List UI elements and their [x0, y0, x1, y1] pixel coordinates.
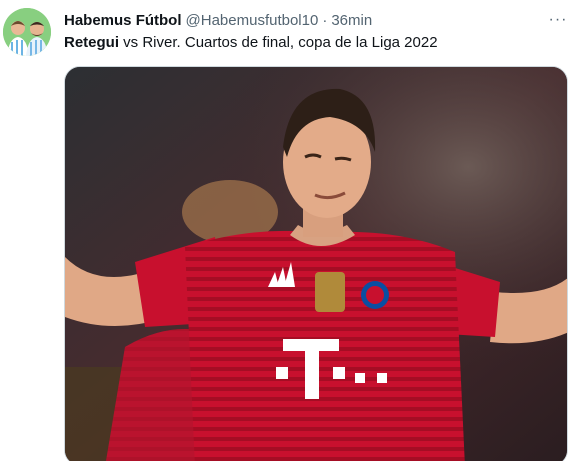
tweet-text-mention: Retegui: [64, 34, 120, 51]
more-label: ···: [548, 11, 568, 28]
avatar-image: [3, 8, 51, 56]
header-separator: ·: [322, 12, 328, 29]
tweet-text-body: vs River. Cuartos de final, copa de la L…: [119, 34, 438, 51]
author-handle[interactable]: @Habemusfutbol10: [186, 11, 319, 31]
tweet[interactable]: Habemus Fútbol @Habemusfutbol10 · 36min …: [0, 0, 573, 461]
tweet-header: Habemus Fútbol @Habemusfutbol10 · 36min: [64, 11, 372, 31]
tweet-text: Retegui vs River. Cuartos de final, copa…: [64, 33, 564, 53]
author-display-name[interactable]: Habemus Fútbol: [64, 11, 182, 31]
photo-image: [65, 67, 567, 461]
more-horizontal-icon[interactable]: ···: [546, 10, 570, 30]
author-avatar[interactable]: [3, 8, 51, 56]
tweet-timestamp[interactable]: 36min: [331, 11, 372, 31]
tweet-photo[interactable]: [64, 66, 568, 461]
